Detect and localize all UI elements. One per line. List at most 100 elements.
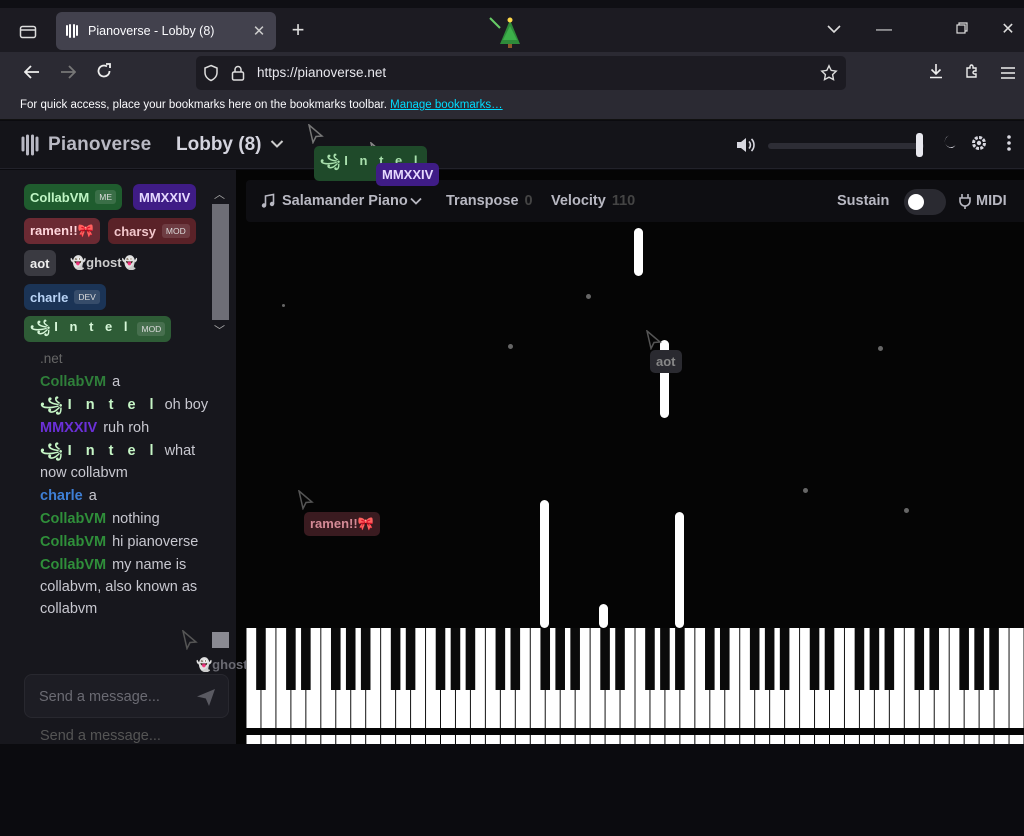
tab-list-button[interactable] <box>14 18 42 46</box>
settings-button[interactable] <box>968 134 990 156</box>
volume-icon[interactable] <box>734 134 756 156</box>
black-key[interactable] <box>779 628 790 690</box>
black-key[interactable] <box>869 628 880 690</box>
black-key[interactable] <box>390 628 401 690</box>
black-key[interactable] <box>360 628 371 690</box>
instrument-chevron-down-icon[interactable] <box>410 197 422 205</box>
black-key[interactable] <box>764 628 775 690</box>
chat-author[interactable]: CollabVM <box>40 534 106 550</box>
black-key[interactable] <box>615 628 625 690</box>
user-chip[interactable]: ramen!!🎀 <box>24 218 100 244</box>
black-key[interactable] <box>645 628 655 690</box>
volume-slider-thumb[interactable] <box>916 133 923 157</box>
chat-author[interactable]: ꧁I n t e l <box>40 397 159 413</box>
black-key[interactable] <box>286 628 296 690</box>
chat-author[interactable]: ꧁I n t e l <box>40 443 159 459</box>
black-key[interactable] <box>345 628 356 690</box>
chat-author[interactable]: MMXXIV <box>40 420 97 436</box>
menu-button[interactable] <box>994 59 1022 87</box>
black-key[interactable] <box>450 628 461 690</box>
velocity-control[interactable]: Velocity 110 <box>551 193 635 209</box>
black-key[interactable] <box>824 628 835 690</box>
minimize-button[interactable]: — <box>870 16 898 44</box>
user-chip[interactable]: MMXXIV <box>133 184 197 210</box>
black-key[interactable] <box>884 628 895 690</box>
black-key[interactable] <box>405 628 416 690</box>
room-chevron-down-icon[interactable] <box>270 139 284 149</box>
chat-scroll-thumb[interactable] <box>212 632 229 648</box>
pianoverse-logo[interactable]: Pianoverse <box>18 133 151 157</box>
black-key[interactable] <box>435 628 446 690</box>
manage-bookmarks-link[interactable]: Manage bookmarks… <box>390 99 503 111</box>
more-options-button[interactable] <box>998 134 1020 156</box>
black-key[interactable] <box>660 628 670 690</box>
user-chip[interactable]: charsy MOD <box>108 218 196 244</box>
black-key[interactable] <box>719 628 730 690</box>
black-key[interactable] <box>256 628 266 690</box>
user-chip[interactable]: CollabVM ME <box>24 184 122 210</box>
falling-note <box>675 512 684 628</box>
black-key[interactable] <box>301 628 311 690</box>
reload-button[interactable] <box>90 59 118 87</box>
black-key[interactable] <box>330 628 341 690</box>
scroll-down-icon[interactable]: ﹀ <box>214 322 225 338</box>
close-window-button[interactable]: ✕ <box>994 16 1022 44</box>
chat-author[interactable]: CollabVM <box>40 557 106 573</box>
scroll-up-icon[interactable]: ︿ <box>214 186 225 202</box>
white-key[interactable] <box>1009 628 1024 728</box>
black-key[interactable] <box>959 628 969 690</box>
black-key[interactable] <box>675 628 685 690</box>
sustain-toggle[interactable] <box>904 189 946 215</box>
black-key[interactable] <box>555 628 565 690</box>
chat-message-input[interactable] <box>39 686 189 708</box>
black-key[interactable] <box>974 628 984 690</box>
black-key[interactable] <box>809 628 820 690</box>
black-key[interactable] <box>929 628 940 690</box>
restore-button[interactable] <box>948 16 976 44</box>
piano-keyboard[interactable] <box>246 628 1024 728</box>
list-all-tabs-button[interactable] <box>820 16 848 44</box>
browser-tab[interactable]: Pianoverse - Lobby (8) ✕ <box>56 12 276 50</box>
user-list-scroll-thumb[interactable] <box>212 204 229 320</box>
dark-mode-toggle[interactable] <box>938 134 960 156</box>
send-icon[interactable] <box>195 686 217 708</box>
pianoverse-favicon-icon <box>66 24 78 38</box>
midi-button[interactable]: MIDI <box>976 193 1007 209</box>
user-chip[interactable]: 👻ghost👻 <box>64 250 144 276</box>
chat-author[interactable]: CollabVM <box>40 374 106 390</box>
black-key[interactable] <box>600 628 610 690</box>
logo-text: Pianoverse <box>48 134 152 155</box>
hamburger-menu-icon <box>1001 67 1015 79</box>
downloads-button[interactable] <box>922 59 950 87</box>
black-key[interactable] <box>570 628 580 690</box>
forward-button[interactable] <box>54 59 82 87</box>
black-key[interactable] <box>989 628 999 690</box>
chat-message: CollabVM a <box>40 371 212 393</box>
user-chip[interactable]: ꧁I n t e l MOD <box>24 316 172 342</box>
black-key[interactable] <box>540 628 551 690</box>
chat-input-box[interactable] <box>24 674 229 718</box>
black-key[interactable] <box>465 628 476 690</box>
black-key[interactable] <box>510 628 521 690</box>
tab-close-icon[interactable]: ✕ <box>250 22 268 40</box>
black-key[interactable] <box>705 628 715 690</box>
chat-text: ruh roh <box>103 420 150 436</box>
chat-author[interactable]: CollabVM <box>40 511 106 527</box>
url-bar[interactable]: https://pianoverse.net <box>196 56 846 90</box>
star-bookmark-icon[interactable] <box>820 64 838 82</box>
black-key[interactable] <box>495 628 506 690</box>
room-title[interactable]: Lobby (8) <box>176 134 262 156</box>
new-tab-button[interactable]: + <box>286 17 310 43</box>
black-key[interactable] <box>914 628 925 690</box>
strip-key <box>979 735 994 744</box>
black-key[interactable] <box>854 628 865 690</box>
instrument-select[interactable]: Salamander Piano <box>282 193 408 209</box>
user-chip[interactable]: aot <box>24 250 56 276</box>
user-chip[interactable]: charle DEV <box>24 284 106 310</box>
black-key[interactable] <box>749 628 760 690</box>
back-button[interactable] <box>18 59 46 87</box>
transpose-control[interactable]: Transpose 0 <box>446 193 533 209</box>
chat-author[interactable]: charle <box>40 488 83 504</box>
volume-slider-track[interactable] <box>768 143 924 149</box>
extensions-button[interactable] <box>958 59 986 87</box>
